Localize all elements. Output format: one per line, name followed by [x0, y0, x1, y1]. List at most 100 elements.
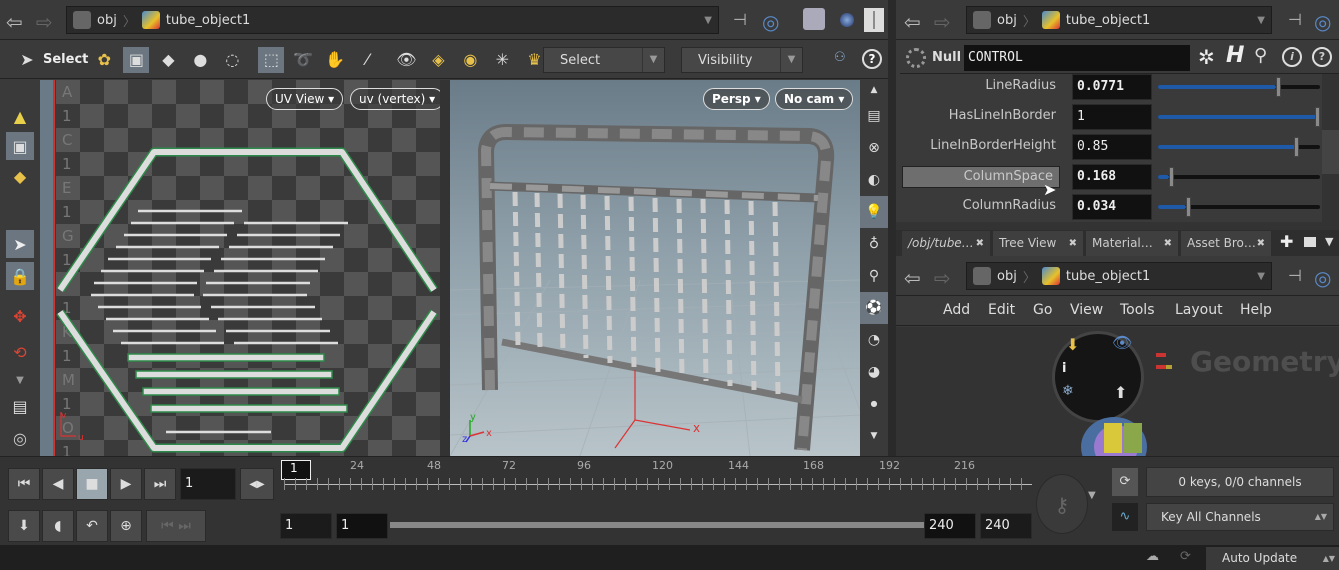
select-connected-icon[interactable]: ✳	[489, 47, 515, 73]
close-icon[interactable]: ✖	[1164, 231, 1172, 256]
forward-arrow-icon[interactable]: ⇨	[36, 10, 53, 34]
points-icon[interactable]: ✿	[91, 47, 117, 73]
close-icon[interactable]: ✖	[1069, 231, 1077, 256]
param-slider[interactable]	[1158, 137, 1320, 157]
realtime-button[interactable]: ⊕	[110, 510, 142, 542]
render-icon[interactable]: ◕	[860, 356, 888, 388]
camera-reel-icon[interactable]: ◎	[6, 424, 34, 452]
remove-icon[interactable]: ⊗	[860, 132, 888, 164]
gear-icon[interactable]: ✲	[1198, 45, 1215, 69]
box-select-icon[interactable]: ⬚	[258, 46, 285, 73]
sticky-node[interactable]	[1104, 423, 1122, 453]
path-root[interactable]: obj	[97, 13, 117, 28]
chevron-down-icon[interactable]: ▼	[1257, 271, 1265, 282]
snapping-icon[interactable]: ⚇	[834, 50, 846, 65]
bypass-flag-icon[interactable]: ⬆	[1114, 383, 1127, 402]
info-flag-icon[interactable]: i	[1062, 361, 1066, 376]
paint-select-icon[interactable]: ✋	[322, 47, 348, 73]
camera-persp-menu[interactable]: Persp ▾	[703, 88, 770, 110]
back-arrow-icon[interactable]: ⇦	[6, 10, 23, 34]
box-icon[interactable]: ▣	[6, 132, 34, 160]
point-icon[interactable]: ●	[860, 388, 888, 420]
template-flag-icon[interactable]: 👁	[1112, 333, 1132, 352]
param-slider[interactable]	[1158, 197, 1320, 217]
path-node[interactable]: tube_object1	[166, 13, 250, 28]
audio-button[interactable]: ◖	[42, 510, 74, 542]
scroll-up-icon[interactable]: ▲	[860, 80, 888, 100]
edges-icon[interactable]: ◆	[155, 47, 181, 73]
background-icon[interactable]: ⚽	[860, 292, 888, 324]
jump-start-button[interactable]: ⏮	[8, 468, 40, 500]
help-icon[interactable]: ?	[1312, 47, 1332, 67]
param-scrollbar[interactable]	[1322, 74, 1339, 222]
tab-menu-icon[interactable]: ▼	[1325, 235, 1333, 248]
node[interactable]	[1156, 353, 1166, 357]
sticky-node[interactable]	[1124, 423, 1142, 453]
menu-layout[interactable]: Layout	[1175, 302, 1223, 318]
visibility-dropdown[interactable]: Visibility ▼	[681, 47, 803, 73]
tab-tree-view[interactable]: Tree View ✖	[993, 231, 1083, 256]
prev-key-button[interactable]: ⏮ ⏭	[146, 510, 206, 542]
graph-icon[interactable]: ∿	[1112, 503, 1138, 531]
uv-viewport[interactable]: A1C1E1G1I1K1M1O1 v u	[56, 80, 440, 456]
select-tool-label[interactable]: Select	[43, 52, 88, 67]
laser-select-icon[interactable]: ⁄	[354, 47, 380, 73]
frame-marker[interactable]: 1	[281, 460, 311, 480]
range-end-field[interactable]: 240	[980, 513, 1032, 539]
path-breadcrumb[interactable]: obj 〉 tube_object1 ▼	[66, 6, 719, 34]
param-value-field[interactable]: 0.0771	[1072, 74, 1152, 100]
breakpoint-icon[interactable]: ◌	[219, 47, 245, 73]
param-slider[interactable]	[1158, 77, 1320, 97]
param-value-field[interactable]: 1	[1072, 104, 1152, 130]
pin-icon[interactable]: ⊣	[1288, 266, 1302, 285]
update-mode-dropdown[interactable]: Auto Update ▲▼	[1206, 547, 1339, 570]
headlight-icon[interactable]: ♁	[860, 228, 888, 260]
tab-asset-browser[interactable]: Asset Bro… ✖	[1181, 231, 1271, 256]
pin-icon[interactable]: ⊣	[733, 10, 747, 29]
lights-icon[interactable]: 💡	[860, 196, 888, 228]
uv-attribute-menu[interactable]: uv (vertex) ▾	[350, 88, 445, 110]
display-options-icon[interactable]	[803, 8, 825, 30]
search-icon[interactable]: ⚲	[1254, 45, 1267, 66]
node-gear-icon[interactable]	[906, 48, 926, 68]
node[interactable]	[1156, 365, 1166, 369]
param-slider[interactable]	[1158, 107, 1321, 127]
menu-view[interactable]: View	[1070, 302, 1103, 318]
back-arrow-icon[interactable]: ⇦	[904, 266, 921, 290]
forward-arrow-icon[interactable]: ⇨	[934, 10, 951, 34]
vertex-icon[interactable]: ●	[187, 47, 213, 73]
path-root[interactable]: obj	[997, 13, 1017, 28]
lock-icon[interactable]: 🔒	[6, 262, 34, 290]
close-icon[interactable]: ✖	[1257, 231, 1265, 256]
split-view-icon[interactable]	[864, 8, 884, 32]
link-icon[interactable]: ◎	[762, 10, 779, 34]
hscript-icon[interactable]: H	[1226, 43, 1244, 68]
menu-tools[interactable]: Tools	[1120, 302, 1155, 318]
viewport-divider[interactable]	[440, 80, 450, 456]
playback-start-field[interactable]: 1	[336, 513, 388, 539]
link-icon[interactable]: ◎	[1314, 10, 1331, 34]
guide-icon[interactable]: ⚲	[860, 260, 888, 292]
freeze-flag-icon[interactable]: ❄	[1062, 383, 1074, 399]
key-menu-chevron-icon[interactable]: ▼	[1088, 490, 1096, 501]
rotate-tool-icon[interactable]: ⟲	[6, 338, 34, 366]
key-mode-dropdown[interactable]: Key All Channels ▲▼	[1146, 503, 1334, 531]
uv-edit-icon[interactable]: ◆	[6, 162, 34, 190]
param-label[interactable]: ColumnSpace	[902, 166, 1060, 188]
info-icon[interactable]: i	[1282, 47, 1302, 67]
close-icon[interactable]: ✖	[976, 231, 984, 256]
camera-menu[interactable]: No cam ▾	[775, 88, 854, 110]
select-keys-button[interactable]: ⬇	[8, 510, 40, 542]
channel-refresh-icon[interactable]: ⟳	[1112, 468, 1138, 496]
more-tools-icon[interactable]: ▼	[6, 366, 34, 394]
path-node[interactable]: tube_object1	[1066, 269, 1150, 284]
param-value-field[interactable]: 0.034	[1072, 194, 1152, 220]
visible-only-icon[interactable]: 👁	[393, 47, 419, 73]
range-slider[interactable]	[390, 522, 924, 528]
uv-view-menu[interactable]: UV View ▾	[266, 88, 344, 110]
maximize-icon[interactable]	[1304, 237, 1316, 247]
forward-arrow-icon[interactable]: ⇨	[934, 266, 951, 290]
primitives-icon[interactable]: ▣	[123, 46, 150, 73]
param-value-field[interactable]: 0.85	[1072, 134, 1152, 160]
step-frame-button[interactable]: ◀▶	[240, 468, 274, 500]
